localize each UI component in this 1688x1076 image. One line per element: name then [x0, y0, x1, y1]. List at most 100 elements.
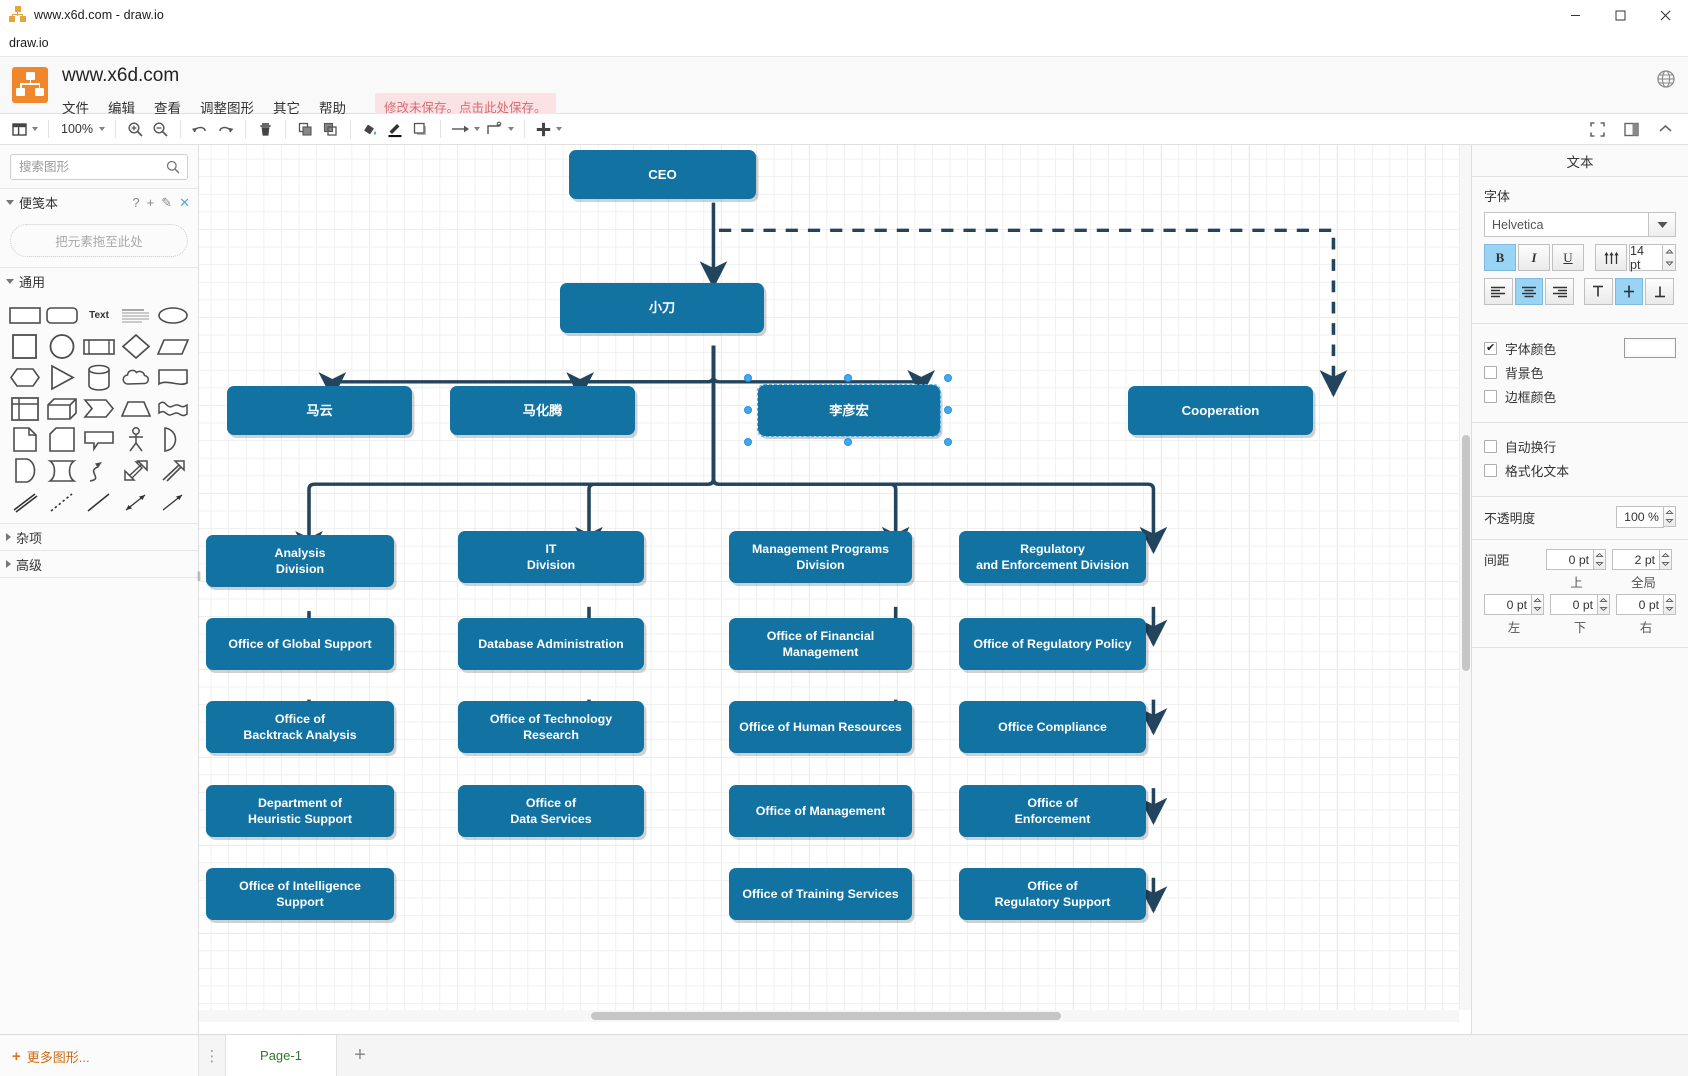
node-office-regulatory-policy[interactable]: Office of Regulatory Policy: [959, 618, 1146, 670]
shape-actor[interactable]: [118, 426, 155, 453]
trash-icon[interactable]: [253, 117, 278, 142]
node-regulatory-enforcement-division[interactable]: Regulatory and Enforcement Division: [959, 531, 1146, 583]
node-office-enforcement[interactable]: Office of Enforcement: [959, 785, 1146, 837]
selection-handle-nw[interactable]: [744, 374, 752, 382]
spacing-global-stepper[interactable]: [1660, 549, 1672, 570]
chevron-down-icon[interactable]: [1648, 212, 1676, 237]
shape-hexagon[interactable]: [6, 364, 43, 391]
selection-handle-w[interactable]: [744, 406, 752, 414]
shape-square[interactable]: [6, 333, 43, 360]
node-office-compliance[interactable]: Office Compliance: [959, 701, 1146, 753]
stepper-down-icon[interactable]: [1594, 560, 1605, 570]
shape-rectangle[interactable]: [6, 302, 43, 329]
line-color-icon[interactable]: [383, 117, 408, 142]
scratchpad-edit-icon[interactable]: ✎: [161, 196, 172, 209]
shape-single-arrow[interactable]: [155, 457, 192, 484]
horizontal-scroll-thumb[interactable]: [591, 1012, 1061, 1020]
shape-cylinder[interactable]: [80, 364, 117, 391]
stepper-down-icon[interactable]: [1663, 258, 1675, 271]
add-page-icon[interactable]: +: [337, 1035, 383, 1076]
stepper-up-icon[interactable]: [1664, 507, 1675, 517]
globe-icon[interactable]: [1656, 69, 1676, 89]
vertical-text-icon[interactable]: [1595, 244, 1627, 271]
node-analysis-division[interactable]: Analysis Division: [206, 535, 394, 587]
redo-icon[interactable]: [213, 117, 238, 142]
shape-tape[interactable]: [155, 395, 192, 422]
shape-card[interactable]: [43, 426, 80, 453]
maximize-button[interactable]: [1598, 0, 1643, 30]
align-left-icon[interactable]: [1484, 278, 1513, 305]
page-menu-icon[interactable]: ⋮: [199, 1035, 225, 1076]
vertical-scroll-thumb[interactable]: [1462, 435, 1470, 671]
scratchpad-help-icon[interactable]: ?: [132, 196, 139, 209]
spacing-left-stepper[interactable]: [1532, 594, 1544, 615]
node-office-training-services[interactable]: Office of Training Services: [729, 868, 912, 920]
bold-button[interactable]: B: [1484, 244, 1516, 271]
more-shapes-button[interactable]: + 更多图形...: [0, 1035, 198, 1076]
spacing-right-stepper[interactable]: [1664, 594, 1676, 615]
fill-color-icon[interactable]: [358, 117, 383, 142]
close-button[interactable]: [1643, 0, 1688, 30]
shape-line-double[interactable]: [6, 488, 43, 515]
waypoint-style-icon[interactable]: [483, 117, 517, 142]
border-color-checkbox[interactable]: [1484, 390, 1497, 403]
spacing-bottom-value[interactable]: 0 pt: [1550, 594, 1598, 615]
node-office-data-services[interactable]: Office of Data Services: [458, 785, 644, 837]
shape-process[interactable]: [80, 333, 117, 360]
section-scratchpad[interactable]: 便笺本 ? + ✎ ✕: [0, 188, 198, 215]
node-office-technology-research[interactable]: Office of Technology Research: [458, 701, 644, 753]
font-size-value[interactable]: 14 pt: [1629, 244, 1663, 271]
spacing-bottom-stepper[interactable]: [1598, 594, 1610, 615]
node-office-global-support[interactable]: Office of Global Support: [206, 618, 394, 670]
zoom-level-dropdown[interactable]: 100%: [56, 117, 108, 142]
selection-handle-se[interactable]: [944, 438, 952, 446]
stepper-up-icon[interactable]: [1598, 595, 1609, 605]
shape-bidirectional-arrow[interactable]: [118, 488, 155, 515]
valign-top-icon[interactable]: [1584, 278, 1613, 305]
page-tab-page-1[interactable]: Page-1: [225, 1035, 337, 1076]
italic-button[interactable]: I: [1518, 244, 1550, 271]
node-office-regulatory-support[interactable]: Office of Regulatory Support: [959, 868, 1146, 920]
shape-directional-arrow[interactable]: [155, 488, 192, 515]
shape-line-solid[interactable]: [80, 488, 117, 515]
scratchpad-dropzone[interactable]: 把元素拖至此处: [10, 224, 188, 257]
scratchpad-close-icon[interactable]: ✕: [179, 196, 190, 209]
search-input[interactable]: [11, 160, 187, 174]
font-size-stepper[interactable]: [1663, 244, 1676, 271]
background-color-checkbox[interactable]: [1484, 366, 1497, 379]
valign-middle-icon[interactable]: [1615, 278, 1644, 305]
spacing-left-field[interactable]: 0 pt: [1484, 594, 1544, 615]
node-office-financial-management[interactable]: Office of Financial Management: [729, 618, 912, 670]
undo-icon[interactable]: [188, 117, 213, 142]
shape-cube[interactable]: [43, 395, 80, 422]
shape-data-storage[interactable]: [6, 457, 43, 484]
diagram-canvas[interactable]: CEO 小刀 马云 马化腾 李彦宏: [199, 145, 1459, 1010]
underline-button[interactable]: U: [1552, 244, 1584, 271]
spacing-bottom-field[interactable]: 0 pt: [1550, 594, 1610, 615]
section-advanced[interactable]: 高级: [0, 550, 198, 577]
shape-diamond[interactable]: [118, 333, 155, 360]
spacing-global-value[interactable]: 2 pt: [1612, 549, 1660, 570]
selection-handle-sw[interactable]: [744, 438, 752, 446]
spacing-left-value[interactable]: 0 pt: [1484, 594, 1532, 615]
node-mahuateng[interactable]: 马化腾: [450, 386, 635, 435]
spacing-top-stepper[interactable]: [1594, 549, 1606, 570]
shape-trapezoid[interactable]: [118, 395, 155, 422]
section-general[interactable]: 通用: [0, 267, 198, 294]
canvas-horizontal-scrollbar[interactable]: [199, 1010, 1459, 1022]
scratchpad-add-icon[interactable]: +: [147, 196, 155, 209]
shape-parallelogram[interactable]: [155, 333, 192, 360]
node-liyanhong[interactable]: 李彦宏: [758, 385, 940, 436]
shape-triangle[interactable]: [43, 364, 80, 391]
font-color-checkbox[interactable]: [1484, 342, 1497, 355]
stepper-up-icon[interactable]: [1594, 550, 1605, 560]
spacing-top-field[interactable]: 0 pt: [1546, 549, 1606, 570]
font-color-swatch[interactable]: [1624, 338, 1676, 358]
stepper-down-icon[interactable]: [1664, 517, 1675, 527]
stepper-down-icon[interactable]: [1532, 605, 1543, 615]
opacity-field[interactable]: 100 %: [1616, 506, 1676, 528]
sidebar-resize-handle[interactable]: ||: [193, 565, 204, 587]
stepper-up-icon[interactable]: [1532, 595, 1543, 605]
node-ceo[interactable]: CEO: [569, 150, 756, 199]
node-mayun[interactable]: 马云: [227, 386, 412, 435]
